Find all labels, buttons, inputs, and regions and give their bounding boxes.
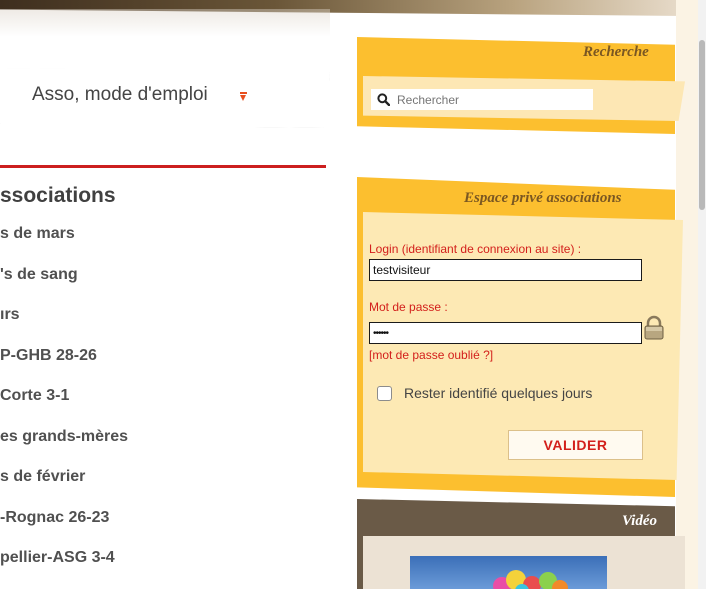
list-item[interactable]: s de février xyxy=(0,465,128,506)
top-banner xyxy=(0,0,706,38)
list-item[interactable]: ırs xyxy=(0,303,128,344)
login-field[interactable] xyxy=(369,259,642,281)
submit-button[interactable]: VALIDER xyxy=(508,430,643,460)
search-icon xyxy=(377,93,391,107)
search-input[interactable] xyxy=(371,89,593,110)
list-item[interactable]: P-GHB 28-26 xyxy=(0,344,128,385)
search-panel-title: Recherche xyxy=(583,44,649,60)
list-item[interactable]: 's de sang xyxy=(0,263,128,304)
private-space-title: Espace privé associations xyxy=(464,190,622,206)
lock-icon[interactable] xyxy=(641,315,667,341)
list-item[interactable]: pellier-ASG 3-4 xyxy=(0,546,128,587)
associations-list: s de mars 's de sang ırs P-GHB 28-26 Cor… xyxy=(0,222,128,587)
password-field[interactable] xyxy=(369,322,642,344)
forgot-password-link[interactable]: [mot de passe oublié ?] xyxy=(369,348,493,362)
list-item[interactable]: es grands-mères xyxy=(0,425,128,466)
top-banner-shade xyxy=(0,9,330,37)
menu-tab-label[interactable]: Asso, mode d'emploi xyxy=(32,84,208,106)
list-item[interactable]: Corte 3-1 xyxy=(0,384,128,425)
list-item[interactable]: -Rognac 26-23 xyxy=(0,506,128,547)
login-label: Login (identifiant de connexion au site)… xyxy=(369,242,582,256)
video-panel-title: Vidéo xyxy=(622,513,658,529)
password-label: Mot de passe : xyxy=(369,300,448,314)
arrow-down-icon xyxy=(240,92,247,101)
remember-label[interactable]: Rester identifié quelques jours xyxy=(404,385,592,401)
video-thumbnail[interactable] xyxy=(410,556,607,589)
section-divider xyxy=(0,165,326,168)
list-item[interactable]: s de mars xyxy=(0,222,128,263)
associations-heading: ssociations xyxy=(0,184,116,207)
remember-checkbox[interactable] xyxy=(377,386,392,401)
scrollbar-thumb[interactable] xyxy=(699,40,705,210)
